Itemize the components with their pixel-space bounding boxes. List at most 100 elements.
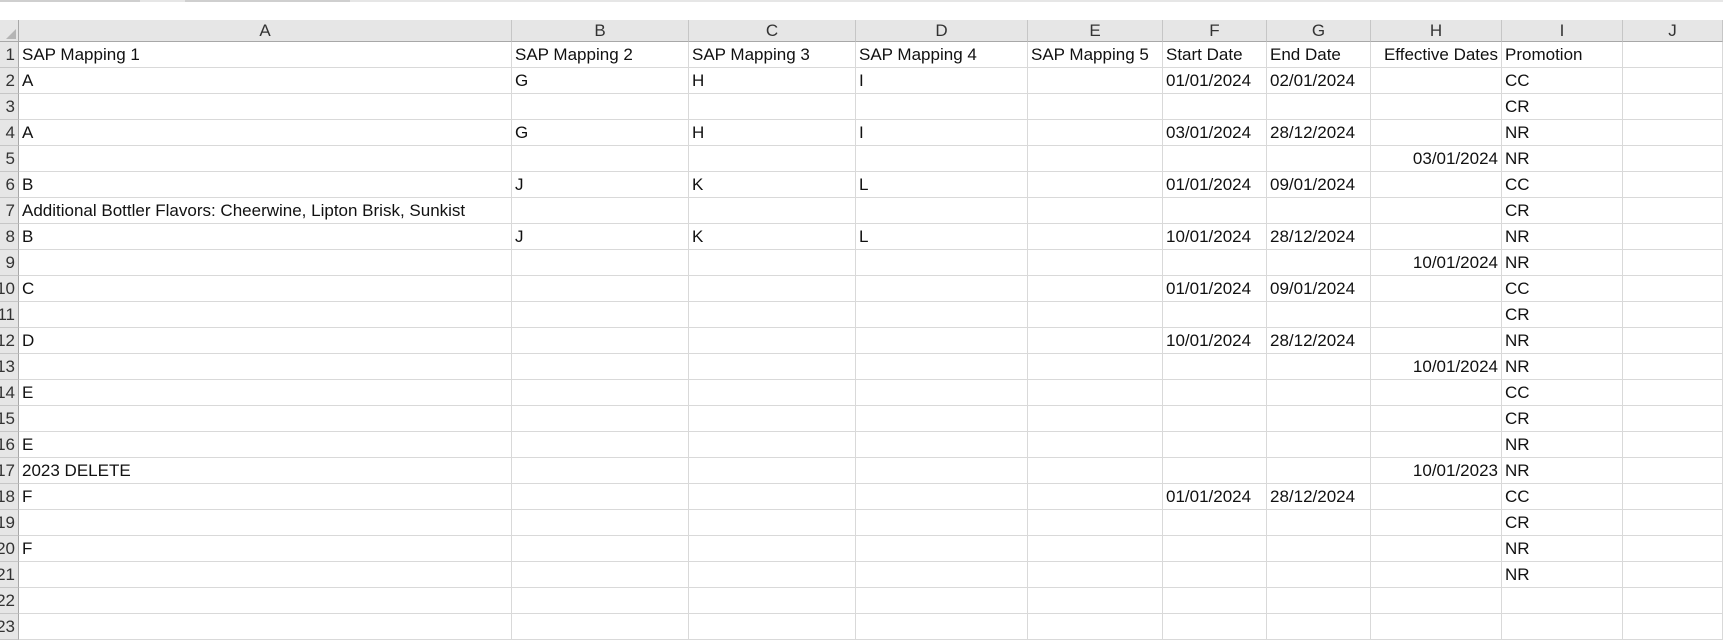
cell-j3[interactable] [1623,94,1723,120]
cell-h7[interactable] [1371,198,1502,224]
cell-a15[interactable] [19,406,512,432]
cell-d11[interactable] [856,302,1028,328]
cell-f4[interactable]: 03/01/2024 [1163,120,1267,146]
cell-g16[interactable] [1267,432,1371,458]
row-header[interactable]: 16 [0,432,19,458]
cell-e9[interactable] [1028,250,1163,276]
cell-f11[interactable] [1163,302,1267,328]
row-header[interactable]: 7 [0,198,19,224]
cell-j9[interactable] [1623,250,1723,276]
cell-e19[interactable] [1028,510,1163,536]
column-header-j[interactable]: J [1623,20,1723,42]
cell-c3[interactable] [689,94,856,120]
cell-d14[interactable] [856,380,1028,406]
cell-g9[interactable] [1267,250,1371,276]
cell-g12[interactable]: 28/12/2024 [1267,328,1371,354]
tab-strip-segment[interactable] [0,0,140,2]
cell-e16[interactable] [1028,432,1163,458]
cell-d13[interactable] [856,354,1028,380]
cell-c5[interactable] [689,146,856,172]
cell-h8[interactable] [1371,224,1502,250]
cell-i7[interactable]: CR [1502,198,1623,224]
cell-a20[interactable]: F [19,536,512,562]
cell-i3[interactable]: CR [1502,94,1623,120]
cell-b23[interactable] [512,614,689,640]
cell-j21[interactable] [1623,562,1723,588]
cell-i5[interactable]: NR [1502,146,1623,172]
cell-j6[interactable] [1623,172,1723,198]
row-header[interactable]: 15 [0,406,19,432]
row-header[interactable]: 9 [0,250,19,276]
cell-f14[interactable] [1163,380,1267,406]
cell-f15[interactable] [1163,406,1267,432]
cell-j1[interactable] [1623,42,1723,68]
cell-j4[interactable] [1623,120,1723,146]
cell-i20[interactable]: NR [1502,536,1623,562]
cell-c1[interactable]: SAP Mapping 3 [689,42,856,68]
row-header[interactable]: 8 [0,224,19,250]
cell-j8[interactable] [1623,224,1723,250]
cell-b10[interactable] [512,276,689,302]
cell-h11[interactable] [1371,302,1502,328]
cell-b3[interactable] [512,94,689,120]
cell-d12[interactable] [856,328,1028,354]
cell-e18[interactable] [1028,484,1163,510]
column-header-a[interactable]: A [19,20,512,42]
cell-c14[interactable] [689,380,856,406]
cell-g1[interactable]: End Date [1267,42,1371,68]
cell-c15[interactable] [689,406,856,432]
cell-i17[interactable]: NR [1502,458,1623,484]
cell-b18[interactable] [512,484,689,510]
cell-e7[interactable] [1028,198,1163,224]
cell-i9[interactable]: NR [1502,250,1623,276]
cell-c13[interactable] [689,354,856,380]
cell-f21[interactable] [1163,562,1267,588]
cell-f18[interactable]: 01/01/2024 [1163,484,1267,510]
row-header[interactable]: 19 [0,510,19,536]
cell-j10[interactable] [1623,276,1723,302]
cell-g13[interactable] [1267,354,1371,380]
cell-a4[interactable]: A [19,120,512,146]
row-header[interactable]: 14 [0,380,19,406]
cell-e20[interactable] [1028,536,1163,562]
cell-d9[interactable] [856,250,1028,276]
cell-g3[interactable] [1267,94,1371,120]
cell-f12[interactable]: 10/01/2024 [1163,328,1267,354]
cell-h9[interactable]: 10/01/2024 [1371,250,1502,276]
cell-g11[interactable] [1267,302,1371,328]
row-header[interactable]: 2 [0,68,19,94]
cell-h19[interactable] [1371,510,1502,536]
cell-a11[interactable] [19,302,512,328]
cell-j15[interactable] [1623,406,1723,432]
cell-g5[interactable] [1267,146,1371,172]
cell-j19[interactable] [1623,510,1723,536]
column-header-f[interactable]: F [1163,20,1267,42]
cell-b15[interactable] [512,406,689,432]
cell-b17[interactable] [512,458,689,484]
cell-e17[interactable] [1028,458,1163,484]
cell-h17[interactable]: 10/01/2023 [1371,458,1502,484]
cell-j7[interactable] [1623,198,1723,224]
cell-g6[interactable]: 09/01/2024 [1267,172,1371,198]
cell-b16[interactable] [512,432,689,458]
cell-h1[interactable]: Effective Dates [1371,42,1502,68]
row-header[interactable]: 21 [0,562,19,588]
row-header[interactable]: 5 [0,146,19,172]
cell-f19[interactable] [1163,510,1267,536]
cell-a6[interactable]: B [19,172,512,198]
cell-d5[interactable] [856,146,1028,172]
cell-i19[interactable]: CR [1502,510,1623,536]
cell-a5[interactable] [19,146,512,172]
cell-a1[interactable]: SAP Mapping 1 [19,42,512,68]
cell-e12[interactable] [1028,328,1163,354]
cell-a23[interactable] [19,614,512,640]
cell-c4[interactable]: H [689,120,856,146]
cell-g14[interactable] [1267,380,1371,406]
cell-f2[interactable]: 01/01/2024 [1163,68,1267,94]
cell-d17[interactable] [856,458,1028,484]
cell-g21[interactable] [1267,562,1371,588]
cell-c11[interactable] [689,302,856,328]
cell-g17[interactable] [1267,458,1371,484]
cell-a7[interactable]: Additional Bottler Flavors: Cheerwine, L… [19,198,512,224]
cell-f13[interactable] [1163,354,1267,380]
